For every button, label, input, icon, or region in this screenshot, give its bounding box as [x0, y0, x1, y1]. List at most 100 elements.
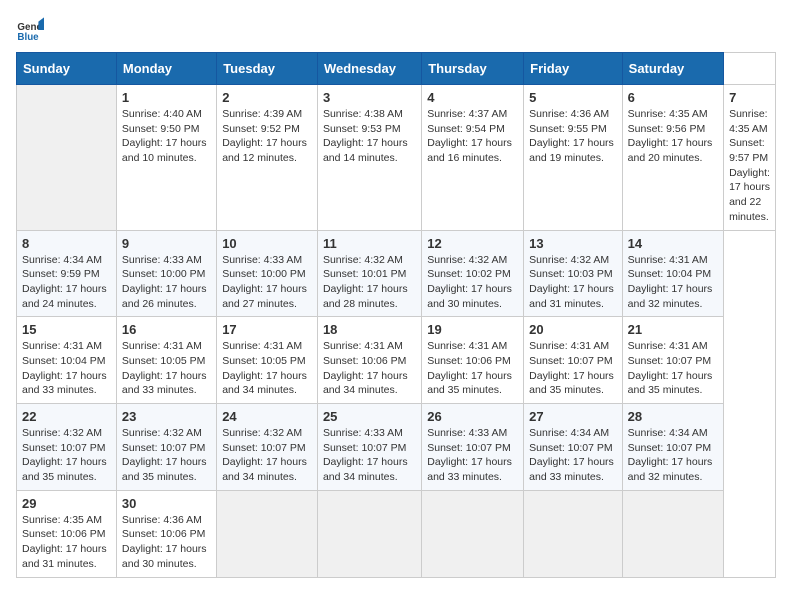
day-number: 2: [222, 90, 312, 105]
day-info: Sunrise: 4:37 AMSunset: 9:54 PMDaylight:…: [427, 107, 518, 166]
day-number: 13: [529, 236, 617, 251]
day-number: 10: [222, 236, 312, 251]
day-info: Sunrise: 4:34 AMSunset: 9:59 PMDaylight:…: [22, 253, 111, 312]
day-number: 18: [323, 322, 416, 337]
calendar-week-row: 29 Sunrise: 4:35 AMSunset: 10:06 PMDaylig…: [17, 490, 776, 577]
day-info: Sunrise: 4:35 AMSunset: 9:57 PMDaylight:…: [729, 107, 770, 225]
calendar-cell: 23Sunrise: 4:32 AMSunset: 10:07 PMDaylig…: [116, 404, 216, 491]
day-info: Sunrise: 4:31 AMSunset: 10:04 PMDaylight…: [628, 253, 718, 312]
calendar-week-row: 15 Sunrise: 4:31 AMSunset: 10:04 PMDaylig…: [17, 317, 776, 404]
calendar-cell: 15 Sunrise: 4:31 AMSunset: 10:04 PMDaylig…: [17, 317, 117, 404]
day-header-wednesday: Wednesday: [317, 53, 421, 85]
day-info: Sunrise: 4:34 AMSunset: 10:07 PMDaylight…: [628, 426, 718, 485]
calendar-cell: 6 Sunrise: 4:35 AMSunset: 9:56 PMDaylight…: [622, 85, 723, 231]
day-info: Sunrise: 4:31 AMSunset: 10:07 PMDaylight…: [529, 339, 617, 398]
calendar-cell: 29 Sunrise: 4:35 AMSunset: 10:06 PMDaylig…: [17, 490, 117, 577]
calendar-cell: [422, 490, 524, 577]
calendar-cell: [17, 85, 117, 231]
calendar-cell: 10 Sunrise: 4:33 AMSunset: 10:00 PMDaylig…: [217, 230, 318, 317]
calendar-cell: 28 Sunrise: 4:34 AMSunset: 10:07 PMDaylig…: [622, 404, 723, 491]
calendar-cell: [217, 490, 318, 577]
calendar-cell: 30 Sunrise: 4:36 AMSunset: 10:06 PMDaylig…: [116, 490, 216, 577]
calendar-cell: 5 Sunrise: 4:36 AMSunset: 9:55 PMDaylight…: [524, 85, 623, 231]
day-info: Sunrise: 4:31 AMSunset: 10:04 PMDaylight…: [22, 339, 111, 398]
day-number: 20: [529, 322, 617, 337]
day-info: Sunrise: 4:31 AMSunset: 10:06 PMDaylight…: [323, 339, 416, 398]
calendar-cell: [317, 490, 421, 577]
calendar-cell: 25Sunrise: 4:33 AMSunset: 10:07 PMDaylig…: [317, 404, 421, 491]
day-info: Sunrise: 4:31 AMSunset: 10:05 PMDaylight…: [222, 339, 312, 398]
calendar-cell: 14 Sunrise: 4:31 AMSunset: 10:04 PMDaylig…: [622, 230, 723, 317]
day-info: Sunrise: 4:36 AMSunset: 9:55 PMDaylight:…: [529, 107, 617, 166]
day-info: Sunrise: 4:34 AMSunset: 10:07 PMDaylight…: [529, 426, 617, 485]
day-info: Sunrise: 4:32 AMSunset: 10:07 PMDaylight…: [22, 426, 111, 485]
day-info: Sunrise: 4:35 AMSunset: 10:06 PMDaylight…: [22, 513, 111, 572]
header: General Blue: [16, 16, 776, 44]
calendar-cell: 8 Sunrise: 4:34 AMSunset: 9:59 PMDaylight…: [17, 230, 117, 317]
day-number: 3: [323, 90, 416, 105]
day-info: Sunrise: 4:31 AMSunset: 10:07 PMDaylight…: [628, 339, 718, 398]
calendar-week-row: 1 Sunrise: 4:40 AMSunset: 9:50 PMDaylight…: [17, 85, 776, 231]
calendar-cell: 1 Sunrise: 4:40 AMSunset: 9:50 PMDaylight…: [116, 85, 216, 231]
day-info: Sunrise: 4:36 AMSunset: 10:06 PMDaylight…: [122, 513, 211, 572]
day-header-saturday: Saturday: [622, 53, 723, 85]
day-info: Sunrise: 4:32 AMSunset: 10:01 PMDaylight…: [323, 253, 416, 312]
day-info: Sunrise: 4:33 AMSunset: 10:07 PMDaylight…: [323, 426, 416, 485]
day-number: 9: [122, 236, 211, 251]
calendar-header-row: SundayMondayTuesdayWednesdayThursdayFrid…: [17, 53, 776, 85]
day-header-monday: Monday: [116, 53, 216, 85]
logo: General Blue: [16, 16, 48, 44]
calendar-table: SundayMondayTuesdayWednesdayThursdayFrid…: [16, 52, 776, 578]
day-number: 15: [22, 322, 111, 337]
day-info: Sunrise: 4:35 AMSunset: 9:56 PMDaylight:…: [628, 107, 718, 166]
calendar-cell: 7 Sunrise: 4:35 AMSunset: 9:57 PMDaylight…: [724, 85, 776, 231]
calendar-cell: 11Sunrise: 4:32 AMSunset: 10:01 PMDaylig…: [317, 230, 421, 317]
day-number: 6: [628, 90, 718, 105]
calendar-week-row: 8 Sunrise: 4:34 AMSunset: 9:59 PMDaylight…: [17, 230, 776, 317]
day-number: 5: [529, 90, 617, 105]
calendar-cell: 22 Sunrise: 4:32 AMSunset: 10:07 PMDaylig…: [17, 404, 117, 491]
day-number: 29: [22, 496, 111, 511]
day-number: 30: [122, 496, 211, 511]
calendar-cell: 16Sunrise: 4:31 AMSunset: 10:05 PMDaylig…: [116, 317, 216, 404]
calendar-cell: [524, 490, 623, 577]
logo-icon: General Blue: [16, 16, 44, 44]
day-info: Sunrise: 4:32 AMSunset: 10:03 PMDaylight…: [529, 253, 617, 312]
calendar-cell: 20 Sunrise: 4:31 AMSunset: 10:07 PMDaylig…: [524, 317, 623, 404]
day-number: 22: [22, 409, 111, 424]
calendar-cell: 26 Sunrise: 4:33 AMSunset: 10:07 PMDaylig…: [422, 404, 524, 491]
day-info: Sunrise: 4:32 AMSunset: 10:07 PMDaylight…: [222, 426, 312, 485]
calendar-cell: 13 Sunrise: 4:32 AMSunset: 10:03 PMDaylig…: [524, 230, 623, 317]
calendar-cell: 18 Sunrise: 4:31 AMSunset: 10:06 PMDaylig…: [317, 317, 421, 404]
day-number: 1: [122, 90, 211, 105]
day-header-sunday: Sunday: [17, 53, 117, 85]
svg-text:Blue: Blue: [17, 32, 39, 43]
day-number: 19: [427, 322, 518, 337]
day-info: Sunrise: 4:31 AMSunset: 10:05 PMDaylight…: [122, 339, 211, 398]
calendar-cell: 21 Sunrise: 4:31 AMSunset: 10:07 PMDaylig…: [622, 317, 723, 404]
day-info: Sunrise: 4:33 AMSunset: 10:00 PMDaylight…: [222, 253, 312, 312]
day-number: 26: [427, 409, 518, 424]
day-number: 7: [729, 90, 770, 105]
calendar-cell: 2Sunrise: 4:39 AMSunset: 9:52 PMDaylight…: [217, 85, 318, 231]
day-number: 14: [628, 236, 718, 251]
calendar-cell: 19Sunrise: 4:31 AMSunset: 10:06 PMDaylig…: [422, 317, 524, 404]
calendar-cell: 27 Sunrise: 4:34 AMSunset: 10:07 PMDaylig…: [524, 404, 623, 491]
day-number: 21: [628, 322, 718, 337]
day-info: Sunrise: 4:32 AMSunset: 10:02 PMDaylight…: [427, 253, 518, 312]
day-number: 17: [222, 322, 312, 337]
day-info: Sunrise: 4:33 AMSunset: 10:07 PMDaylight…: [427, 426, 518, 485]
calendar-cell: 17 Sunrise: 4:31 AMSunset: 10:05 PMDaylig…: [217, 317, 318, 404]
day-number: 27: [529, 409, 617, 424]
day-header-tuesday: Tuesday: [217, 53, 318, 85]
calendar-cell: 12 Sunrise: 4:32 AMSunset: 10:02 PMDaylig…: [422, 230, 524, 317]
day-header-friday: Friday: [524, 53, 623, 85]
day-number: 28: [628, 409, 718, 424]
day-info: Sunrise: 4:38 AMSunset: 9:53 PMDaylight:…: [323, 107, 416, 166]
day-info: Sunrise: 4:40 AMSunset: 9:50 PMDaylight:…: [122, 107, 211, 166]
day-info: Sunrise: 4:32 AMSunset: 10:07 PMDaylight…: [122, 426, 211, 485]
day-number: 8: [22, 236, 111, 251]
day-number: 12: [427, 236, 518, 251]
calendar-week-row: 22 Sunrise: 4:32 AMSunset: 10:07 PMDaylig…: [17, 404, 776, 491]
calendar-cell: 4Sunrise: 4:37 AMSunset: 9:54 PMDaylight…: [422, 85, 524, 231]
